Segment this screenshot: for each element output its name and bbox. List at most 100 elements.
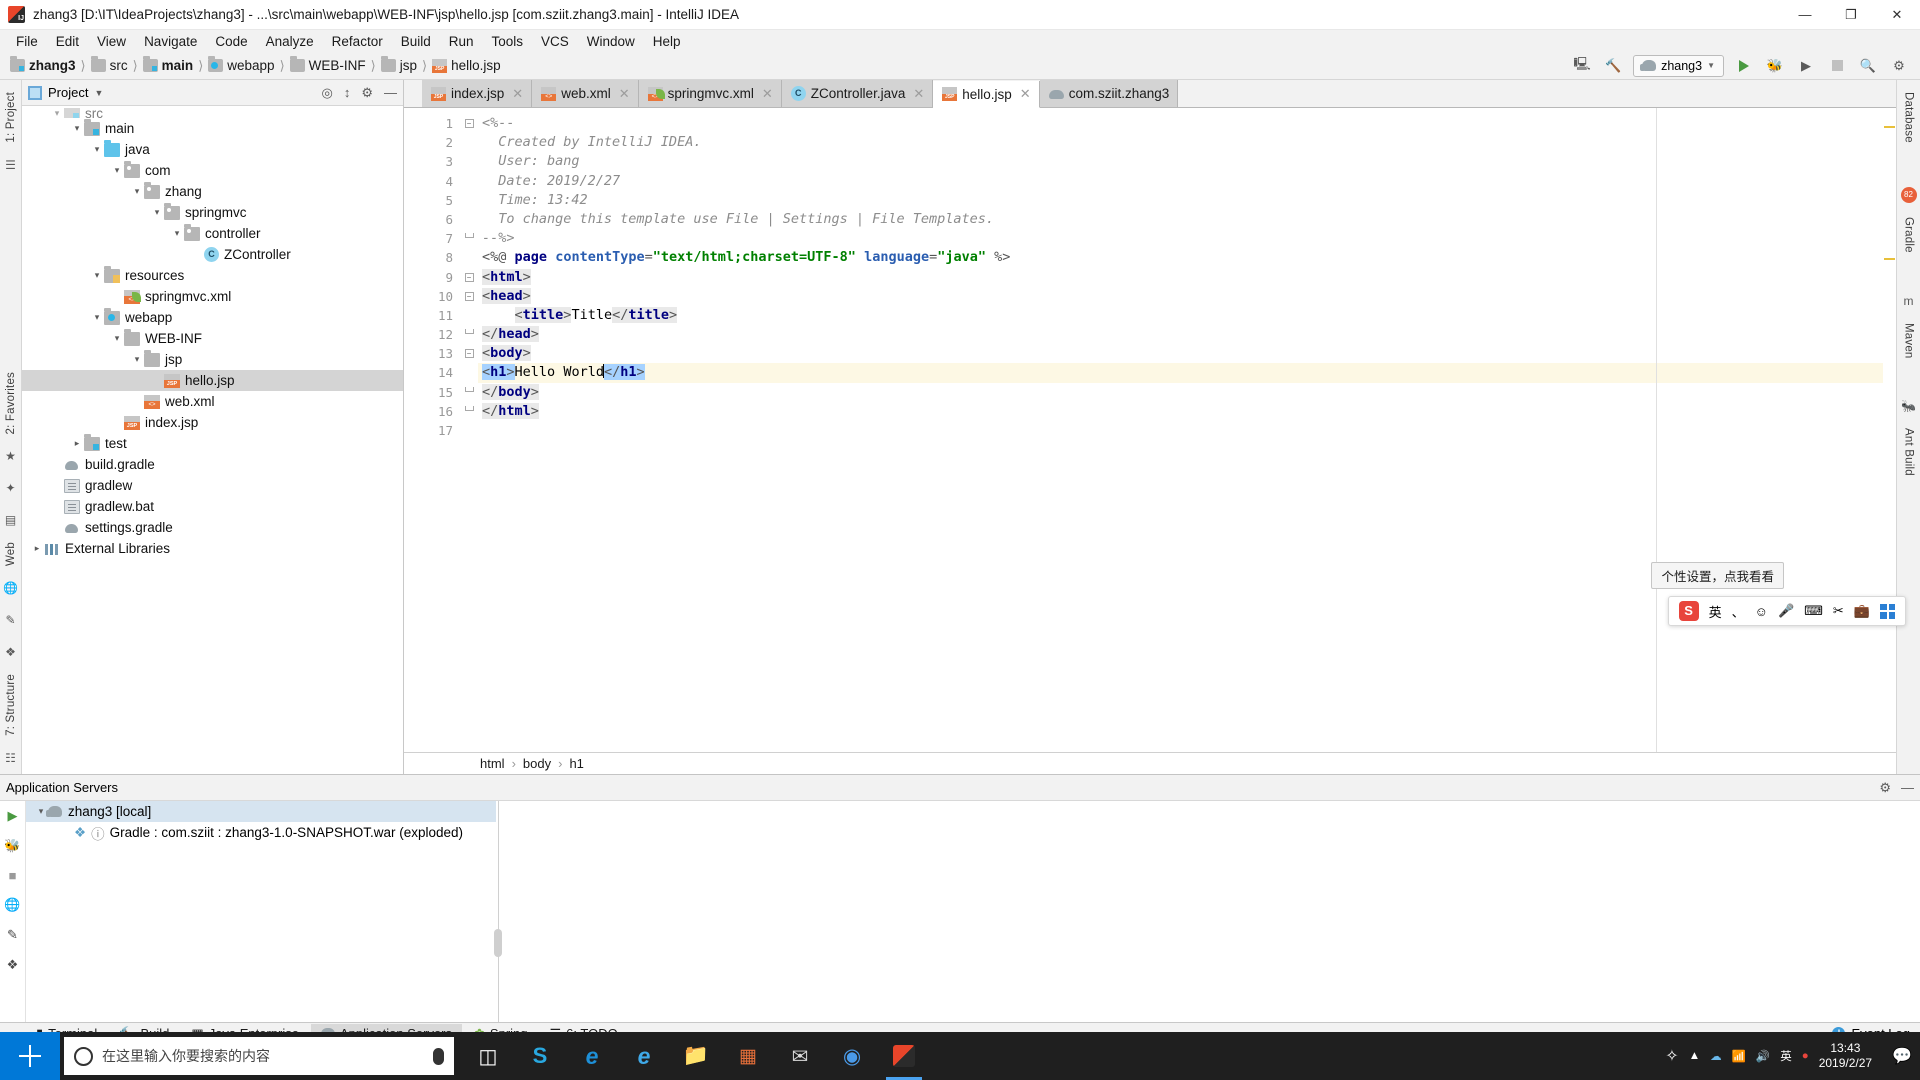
show-hidden-icons[interactable]: ▲ bbox=[1689, 1050, 1700, 1062]
sidebar-item-favorites[interactable]: 2: Favorites bbox=[3, 366, 19, 440]
menu-help[interactable]: Help bbox=[644, 32, 690, 51]
maximize-button[interactable]: ❐ bbox=[1828, 0, 1874, 30]
sidebar-item-ant-build[interactable]: Ant Build bbox=[1901, 422, 1917, 482]
settings-node-icon[interactable]: ❖ bbox=[7, 957, 19, 973]
pen-tray-icon[interactable]: ✧ bbox=[1665, 1046, 1678, 1066]
editor-tab-com-sziit-zhang3[interactable]: com.sziit.zhang3 bbox=[1039, 80, 1179, 107]
tree-node-springmvc-xml[interactable]: ▾ springmvc.xml bbox=[22, 286, 403, 307]
ime-keyboard-icon[interactable]: ⌨ bbox=[1804, 603, 1823, 619]
tree-node-springmvc[interactable]: ▾ springmvc bbox=[22, 202, 403, 223]
fold-toggle-icon[interactable]: − bbox=[464, 119, 474, 129]
menu-run[interactable]: Run bbox=[440, 32, 483, 51]
layers-icon[interactable]: ▤ bbox=[3, 512, 19, 528]
chevron-down-icon[interactable]: ▾ bbox=[110, 165, 124, 176]
tree-node-settings-gradle[interactable]: ▾ settings.gradle bbox=[22, 517, 403, 538]
ime-voice-icon[interactable]: 🎤 bbox=[1778, 603, 1794, 619]
locate-target-icon[interactable]: ◎ bbox=[322, 85, 333, 101]
sidebar-item-gradle[interactable]: Gradle bbox=[1901, 211, 1917, 259]
tree-node-gradlew[interactable]: ▾ gradlew bbox=[22, 475, 403, 496]
edge-icon[interactable]: e bbox=[618, 1032, 670, 1080]
breadcrumb-item-webapp[interactable]: webapp bbox=[227, 58, 274, 73]
code-folding-gutter[interactable]: − − − − bbox=[460, 108, 478, 752]
stop-button[interactable] bbox=[1826, 55, 1848, 77]
tree-node-zhang[interactable]: ▾ zhang bbox=[22, 181, 403, 202]
network-icon[interactable]: 📶 bbox=[1732, 1049, 1746, 1063]
chevron-down-icon[interactable]: ▾ bbox=[50, 108, 64, 118]
file-explorer-icon[interactable]: 📁 bbox=[670, 1032, 722, 1080]
ime-toolbox-icon[interactable]: 💼 bbox=[1854, 603, 1870, 619]
server-node-zhang3[interactable]: ▾ zhang3 [local] bbox=[26, 801, 496, 822]
tree-node-gradlew-bat[interactable]: ▾ gradlew.bat bbox=[22, 496, 403, 517]
warning-marker[interactable] bbox=[1884, 126, 1895, 128]
tree-node-build-gradle[interactable]: ▾ build.gradle bbox=[22, 454, 403, 475]
menu-navigate[interactable]: Navigate bbox=[135, 32, 206, 51]
fold-end-icon[interactable] bbox=[464, 405, 474, 411]
chevron-down-icon[interactable]: ▾ bbox=[90, 270, 104, 281]
menu-edit[interactable]: Edit bbox=[47, 32, 88, 51]
breadcrumb-item-main[interactable]: main bbox=[162, 58, 194, 73]
editor-tab-springmvc-xml[interactable]: springmvc.xml ✕ bbox=[638, 80, 782, 107]
task-view-icon[interactable]: ◫ bbox=[462, 1032, 514, 1080]
project-tree[interactable]: ▾ src ▾ main ▾ java ▾ com ▾ zhang ▾ springmvc ▾ contr… bbox=[22, 106, 403, 774]
microphone-icon[interactable] bbox=[433, 1047, 444, 1065]
chevron-right-icon[interactable]: ▸ bbox=[70, 438, 84, 449]
chevron-down-icon[interactable]: ▾ bbox=[70, 123, 84, 134]
tree-node-src[interactable]: ▾ src bbox=[22, 108, 403, 118]
tree-node-webapp[interactable]: ▾ webapp bbox=[22, 307, 403, 328]
sidebar-item-web[interactable]: Web bbox=[3, 536, 19, 572]
ant-icon[interactable]: ✦ bbox=[3, 480, 19, 496]
star-icon[interactable]: ★ bbox=[3, 448, 19, 464]
editor-tab-web-xml[interactable]: web.xml ✕ bbox=[532, 80, 639, 107]
chevron-right-icon[interactable]: ▸ bbox=[30, 543, 44, 554]
editor-tab-hello-jsp[interactable]: hello.jsp ✕ bbox=[933, 81, 1040, 108]
hide-panel-icon[interactable]: — bbox=[1901, 780, 1914, 795]
ime-settings-hint[interactable]: 个性设置，点我看看 bbox=[1651, 562, 1784, 589]
tree-node-zcontroller[interactable]: ▾C ZController bbox=[22, 244, 403, 265]
breadcrumb-item-webinf[interactable]: WEB-INF bbox=[309, 58, 366, 73]
editor-tab-zcontroller-java[interactable]: C ZController.java ✕ bbox=[781, 80, 934, 107]
notification-center-icon[interactable]: 💬 bbox=[1892, 1046, 1912, 1066]
breadcrumb-body[interactable]: body bbox=[523, 756, 551, 771]
ime-screenshot-icon[interactable]: ✂ bbox=[1833, 603, 1844, 619]
breadcrumb-item-hellojsp[interactable]: hello.jsp bbox=[451, 58, 501, 73]
menu-vcs[interactable]: VCS bbox=[532, 32, 578, 51]
onedrive-icon[interactable]: ☁ bbox=[1710, 1049, 1722, 1063]
edge-legacy-icon[interactable]: e bbox=[566, 1032, 618, 1080]
web-preview-icon[interactable]: 🖳 bbox=[1571, 55, 1593, 77]
menu-window[interactable]: Window bbox=[578, 32, 644, 51]
microsoft-store-icon[interactable]: ▦ bbox=[722, 1032, 774, 1080]
chevron-down-icon[interactable]: ▾ bbox=[110, 333, 124, 344]
ime-language-label[interactable]: 英 bbox=[1709, 602, 1722, 621]
sidebar-item-structure[interactable]: 7: Structure bbox=[3, 668, 19, 742]
tree-node-web-inf[interactable]: ▾ WEB-INF bbox=[22, 328, 403, 349]
mail-icon[interactable]: ✉ bbox=[774, 1032, 826, 1080]
chevron-down-icon[interactable]: ▾ bbox=[90, 312, 104, 323]
close-button[interactable]: ✕ bbox=[1874, 0, 1920, 30]
tree-node-resources[interactable]: ▾ resources bbox=[22, 265, 403, 286]
breadcrumb-html[interactable]: html bbox=[480, 756, 505, 771]
menu-build[interactable]: Build bbox=[392, 32, 440, 51]
menu-code[interactable]: Code bbox=[206, 32, 256, 51]
artifact-node-war[interactable]: ▾ ❖ ⓘ Gradle : com.sziit : zhang3-1.0-SN… bbox=[26, 822, 1920, 843]
run-coverage-button[interactable]: ▶ bbox=[1795, 55, 1817, 77]
sidebar-item-maven[interactable]: Maven bbox=[1901, 317, 1917, 365]
close-icon[interactable]: ✕ bbox=[1020, 86, 1031, 102]
chevron-down-icon[interactable]: ▾ bbox=[130, 354, 144, 365]
editor-scrollbar[interactable] bbox=[1883, 108, 1896, 752]
ime-tray-label[interactable]: 英 bbox=[1780, 1048, 1792, 1064]
sidebar-item-project[interactable]: 1: Project bbox=[3, 86, 19, 149]
fold-end-icon[interactable] bbox=[464, 329, 474, 335]
editor-tab-index-jsp[interactable]: index.jsp ✕ bbox=[422, 80, 533, 107]
search-icon[interactable]: 🔍 bbox=[1857, 55, 1879, 77]
sidebar-item-database[interactable]: Database bbox=[1901, 86, 1917, 149]
menu-tools[interactable]: Tools bbox=[483, 32, 533, 51]
bars-icon[interactable]: ☷ bbox=[3, 750, 19, 766]
application-servers-tree[interactable]: ▾ zhang3 [local] ▾ ❖ ⓘ Gradle : com.szii… bbox=[26, 801, 1920, 1022]
start-button[interactable] bbox=[0, 1032, 60, 1080]
run-button[interactable]: ▶ bbox=[8, 808, 18, 824]
tree-node-com[interactable]: ▾ com bbox=[22, 160, 403, 181]
warning-marker[interactable] bbox=[1884, 258, 1895, 260]
gear-icon[interactable]: ⚙ bbox=[361, 85, 373, 101]
menu-analyze[interactable]: Analyze bbox=[257, 32, 323, 51]
volume-icon[interactable]: 🔊 bbox=[1756, 1049, 1770, 1063]
